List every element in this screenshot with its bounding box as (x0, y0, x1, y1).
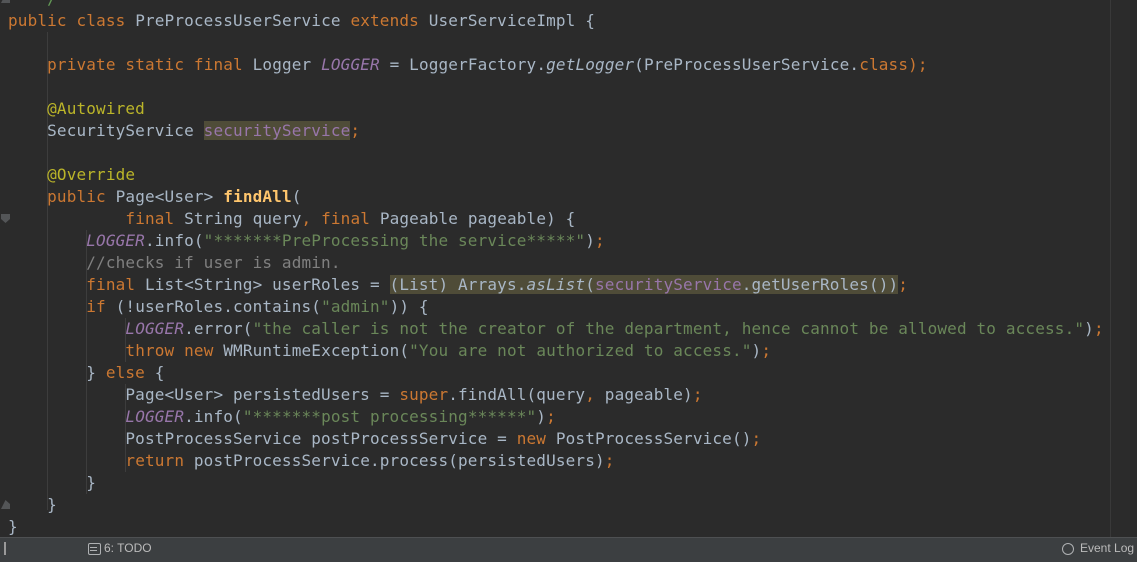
code-editor[interactable]: */public class PreProcessUserService ext… (0, 0, 1137, 538)
todo-tool-window-icon[interactable] (88, 543, 101, 555)
tool-window-anchor-icon[interactable] (4, 542, 6, 555)
code-line: } else { (8, 362, 1104, 384)
code-line (8, 142, 1104, 164)
status-bar: 6: TODO Event Log (0, 537, 1137, 562)
code-line: @Override (8, 164, 1104, 186)
code-line: private static final Logger LOGGER = Log… (8, 54, 1104, 76)
code-line: public class PreProcessUserService exten… (8, 10, 1104, 32)
code-line: return postProcessService.process(persis… (8, 450, 1104, 472)
code-line: Page<User> persistedUsers = super.findAl… (8, 384, 1104, 406)
code-line: final String query, final Pageable pagea… (8, 208, 1104, 230)
code-line: } (8, 472, 1104, 494)
code-line: throw new WMRuntimeException("You are no… (8, 340, 1104, 362)
code-line: //checks if user is admin. (8, 252, 1104, 274)
code-line: final List<String> userRoles = (List) Ar… (8, 274, 1104, 296)
code-line: LOGGER.info("*******PreProcessing the se… (8, 230, 1104, 252)
code-line (8, 32, 1104, 54)
code-line: LOGGER.error("the caller is not the crea… (8, 318, 1104, 340)
code-line: SecurityService securityService; (8, 120, 1104, 142)
code-area[interactable]: */public class PreProcessUserService ext… (8, 0, 1104, 538)
code-line: */ (8, 0, 1104, 10)
code-line: } (8, 494, 1104, 516)
code-line: LOGGER.info("*******post processing*****… (8, 406, 1104, 428)
code-line: @Autowired (8, 98, 1104, 120)
code-line: PostProcessService postProcessService = … (8, 428, 1104, 450)
code-line: if (!userRoles.contains("admin")) { (8, 296, 1104, 318)
todo-tool-window-button[interactable]: 6: TODO (104, 538, 152, 562)
code-line (8, 76, 1104, 98)
right-margin-guide (1110, 0, 1111, 538)
event-log-button[interactable]: Event Log (1080, 538, 1134, 562)
code-line: } (8, 516, 1104, 538)
event-log-icon[interactable] (1062, 543, 1074, 555)
code-line: public Page<User> findAll( (8, 186, 1104, 208)
